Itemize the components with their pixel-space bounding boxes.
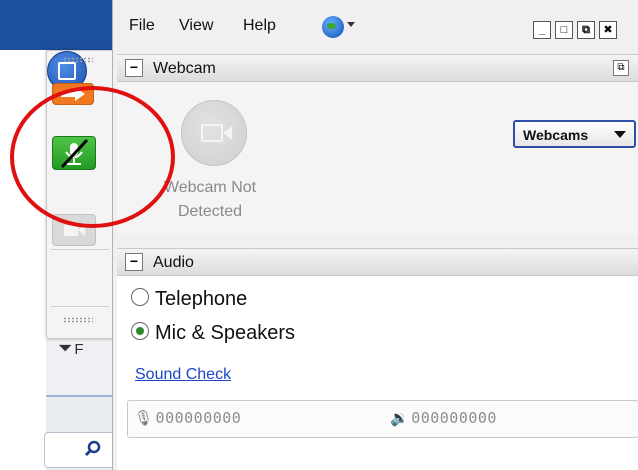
annotation-circle xyxy=(10,86,175,228)
menu-file[interactable]: File xyxy=(129,17,155,35)
audio-level-meters: 🎙 000000000 🔉 000000000 xyxy=(127,400,638,438)
control-panel-window: File View Help _ □ ⧉ ✖ − Webcam ⧉ Webcam… xyxy=(112,0,638,470)
speaker-level-value: 000000000 xyxy=(411,409,497,427)
telephone-label: Telephone xyxy=(155,288,248,310)
filter-icon: ⏷ xyxy=(58,338,73,358)
maximize-button[interactable]: □ xyxy=(555,21,573,39)
webcams-dropdown-button[interactable]: Webcams xyxy=(513,120,636,148)
webcam-popout-button[interactable]: ⧉ xyxy=(613,60,629,76)
background-divider xyxy=(46,395,118,397)
search-icon xyxy=(84,440,101,457)
mic-speakers-label: Mic & Speakers xyxy=(155,322,296,344)
audio-section-header: − Audio xyxy=(117,248,638,276)
microphone-icon: 🎙 xyxy=(134,409,154,427)
webcam-section-header: − Webcam ⧉ xyxy=(117,54,638,82)
video-camera-icon xyxy=(201,124,232,142)
mic-level-value: 000000000 xyxy=(155,409,242,427)
webcam-collapse-button[interactable]: − xyxy=(125,59,143,77)
background-app-header xyxy=(0,0,118,50)
speaker-icon: 🔉 xyxy=(390,409,410,427)
webcam-placeholder xyxy=(181,100,247,166)
background-search-button[interactable] xyxy=(44,432,120,468)
webcams-button-label: Webcams xyxy=(523,127,589,143)
restore-button[interactable]: ⧉ xyxy=(577,21,595,39)
menu-help[interactable]: Help xyxy=(243,17,276,35)
minimize-button[interactable]: _ xyxy=(533,21,551,39)
toolbar-divider xyxy=(51,249,109,250)
close-button[interactable]: ✖ xyxy=(599,21,617,39)
webcam-status-line2: Detected xyxy=(177,203,243,220)
stop-square-icon xyxy=(58,62,76,80)
toolbar-grip-bottom[interactable] xyxy=(63,317,93,323)
menu-bar: File View Help _ □ ⧉ ✖ xyxy=(113,10,638,40)
webcam-section-body: Webcam Not Detected Webcams xyxy=(117,82,638,234)
mic-level-meter: 🎙 000000000 xyxy=(134,409,241,427)
speaker-level-meter: 🔉 000000000 xyxy=(390,409,497,427)
mic-speakers-radio[interactable] xyxy=(131,322,149,340)
audio-section-title: Audio xyxy=(153,254,194,271)
telephone-radio[interactable] xyxy=(131,288,149,306)
filter-label: F xyxy=(74,341,84,358)
caret-down-icon xyxy=(614,131,626,138)
chevron-down-icon[interactable] xyxy=(347,22,355,27)
sound-check-link[interactable]: Sound Check xyxy=(135,366,231,384)
mic-speakers-option[interactable]: Mic & Speakers xyxy=(131,322,295,345)
audio-section-body: Telephone Mic & Speakers Sound Check 🎙 00… xyxy=(117,276,638,470)
menu-view[interactable]: View xyxy=(179,17,213,35)
telephone-option[interactable]: Telephone xyxy=(131,288,247,311)
toolbar-divider xyxy=(51,306,109,307)
background-filter[interactable]: ⏷ F xyxy=(58,338,84,359)
audio-collapse-button[interactable]: − xyxy=(125,253,143,271)
globe-icon[interactable] xyxy=(322,16,344,38)
webcam-section-title: Webcam xyxy=(153,60,216,77)
